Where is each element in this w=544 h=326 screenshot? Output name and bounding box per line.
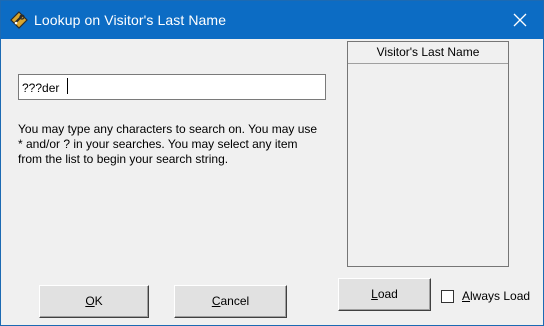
wrench-gear-icon (10, 11, 28, 29)
lookup-dialog: Lookup on Visitor's Last Name You may ty… (0, 0, 544, 326)
load-label-rest: oad (377, 287, 398, 301)
load-button[interactable]: Load (338, 278, 431, 311)
always-load-label-rest: lways Load (470, 289, 531, 303)
close-button[interactable] (497, 1, 543, 39)
ok-mnemonic: O (85, 294, 95, 308)
dialog-title: Lookup on Visitor's Last Name (34, 12, 227, 28)
text-caret (67, 78, 68, 94)
ok-button[interactable]: OK (39, 285, 149, 318)
title-bar[interactable]: Lookup on Visitor's Last Name (1, 1, 543, 39)
column-header-last-name[interactable]: Visitor's Last Name (348, 42, 508, 64)
cancel-button[interactable]: Cancel (174, 285, 287, 318)
always-load-mnemonic: A (462, 289, 471, 303)
search-input[interactable] (18, 74, 326, 100)
always-load-label[interactable]: Always Load (462, 289, 530, 304)
ok-label-rest: K (94, 294, 103, 308)
results-list[interactable]: Visitor's Last Name (347, 41, 509, 267)
search-help-text: You may type any characters to search on… (18, 122, 318, 166)
load-mnemonic: L (371, 287, 378, 301)
always-load-checkbox[interactable] (441, 290, 454, 303)
close-icon (513, 13, 527, 27)
cancel-label-rest: ancel (220, 294, 250, 308)
